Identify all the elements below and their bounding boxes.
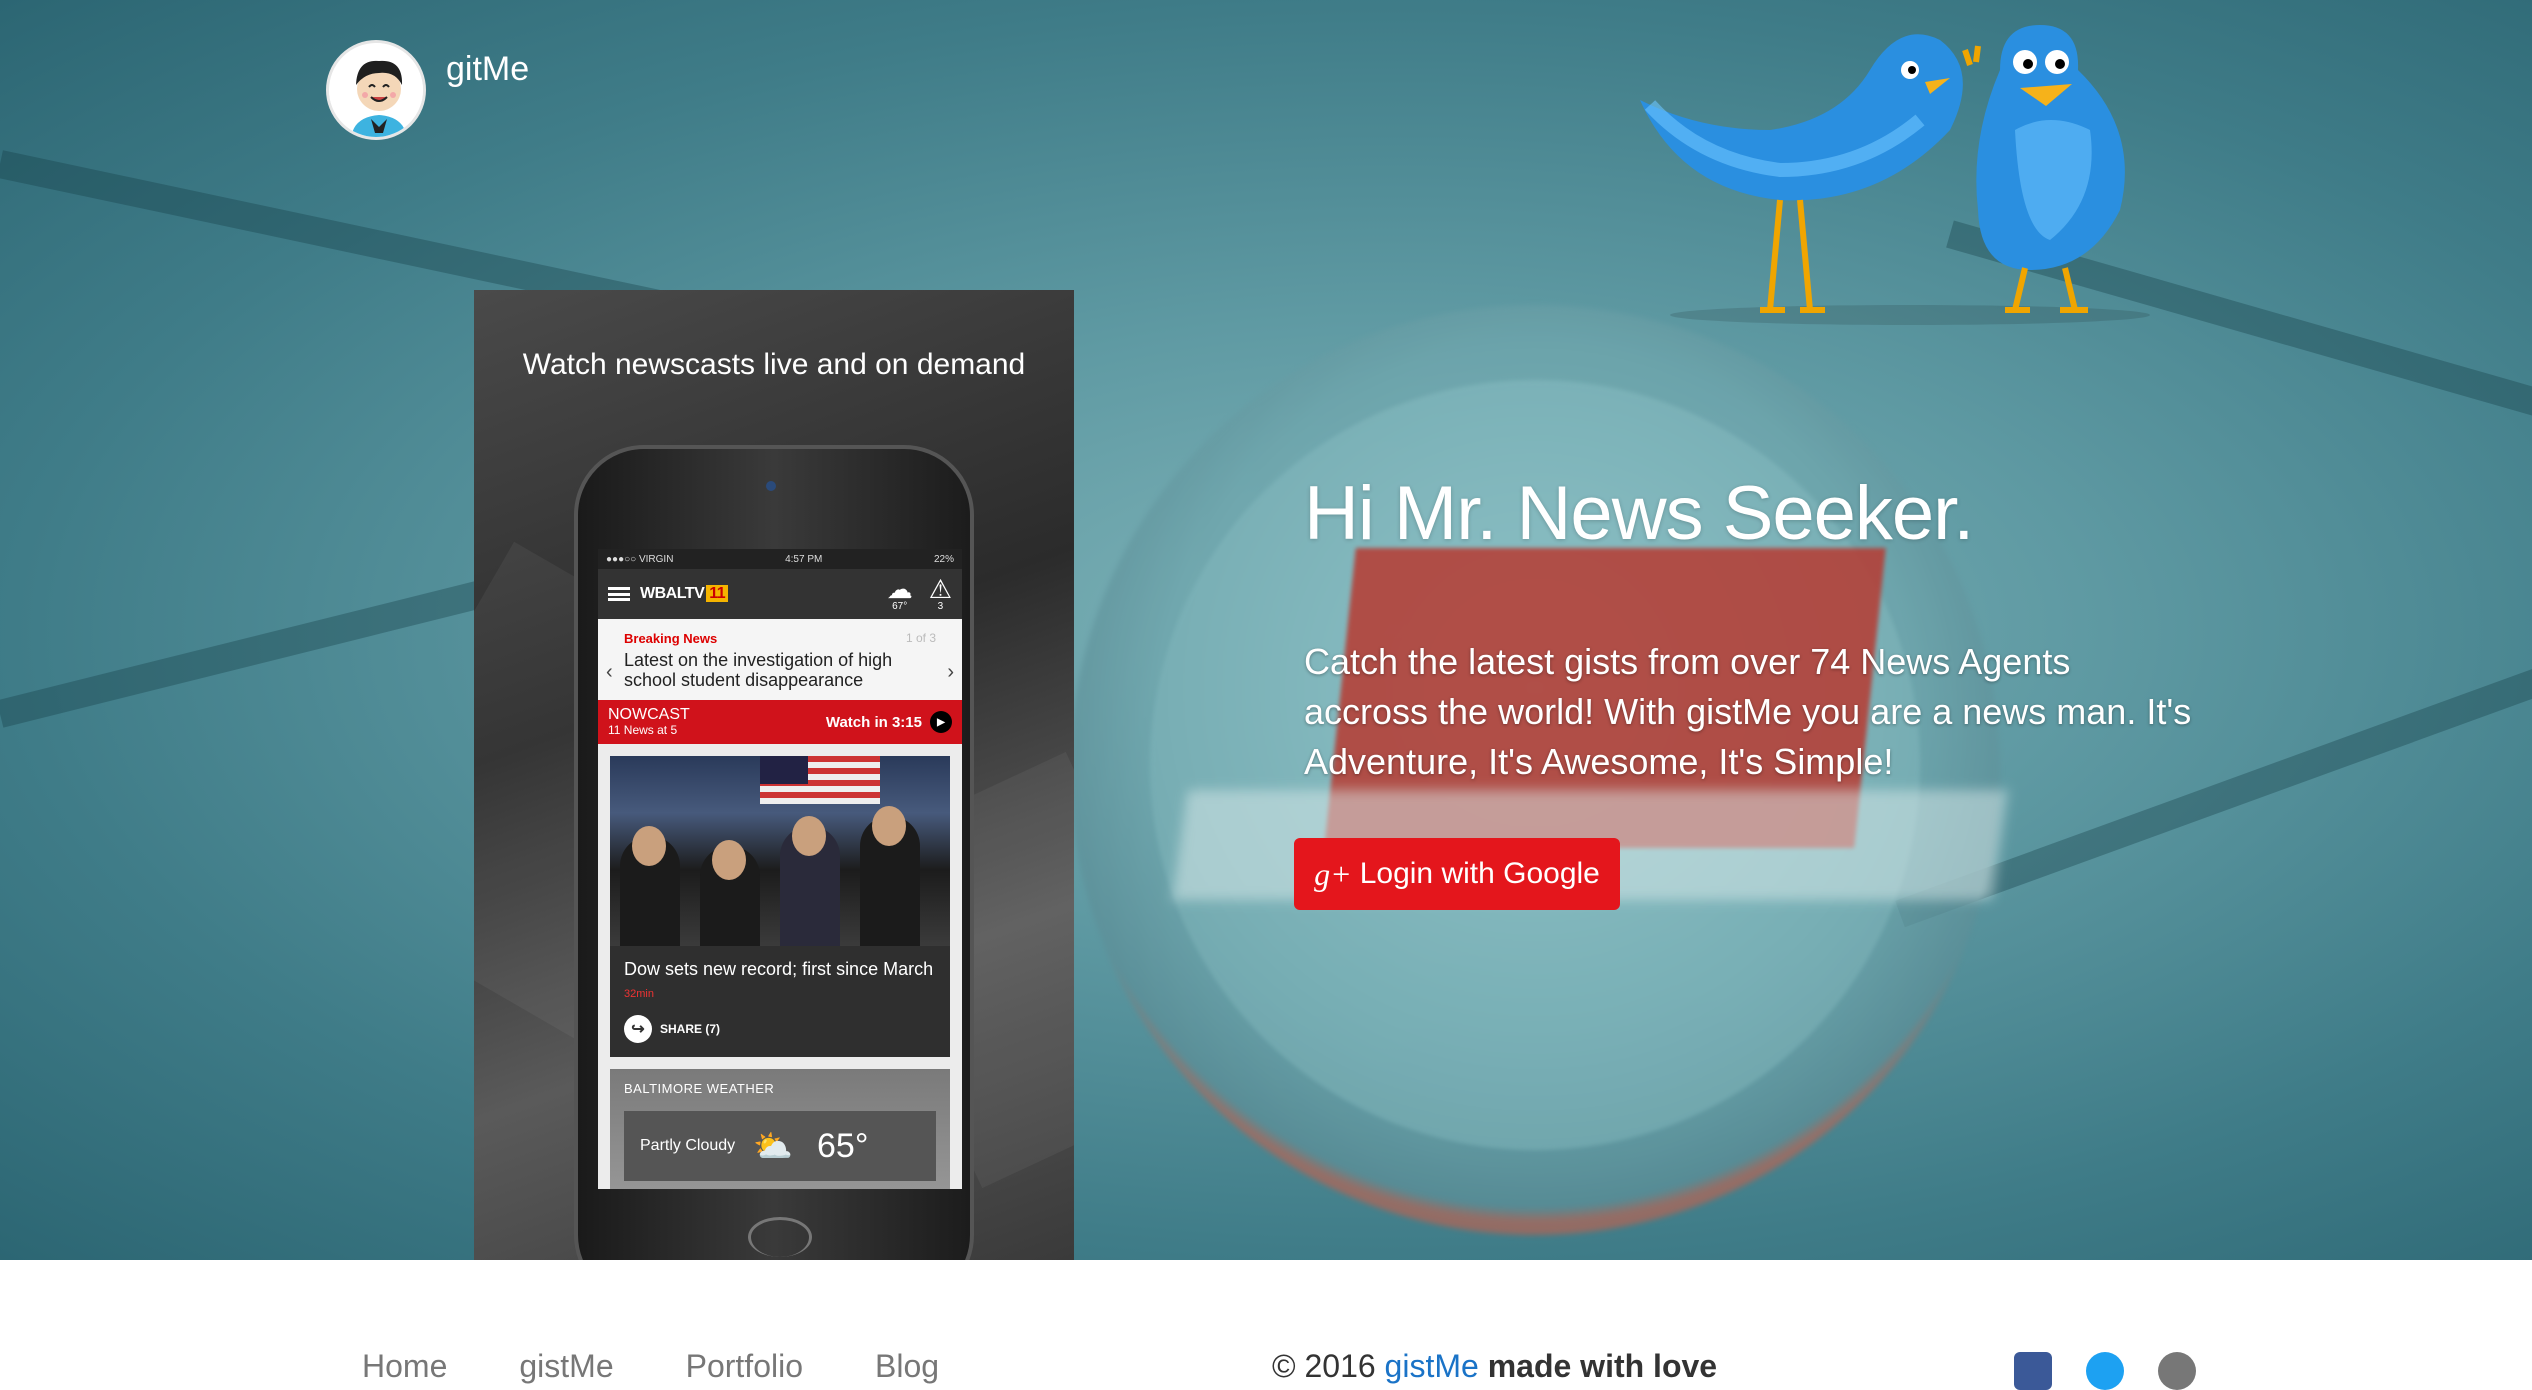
weather-icon: ☁ 67° bbox=[886, 574, 913, 612]
person-head bbox=[792, 816, 826, 856]
brand-name[interactable]: gitMe bbox=[446, 50, 529, 89]
login-with-google-button[interactable]: g+ Login with Google bbox=[1294, 838, 1620, 910]
alert-icon: ⚠ 3 bbox=[928, 574, 952, 612]
nowcast-subtitle: 11 News at 5 bbox=[608, 723, 678, 737]
footer: Home gistMe Portfolio Blog © 2016 gistMe… bbox=[0, 1260, 2532, 1390]
nowcast-watch-label: Watch in 3:15 bbox=[825, 713, 922, 731]
facebook-icon[interactable] bbox=[2014, 1352, 2052, 1390]
nowcast-watch: Watch in 3:15 ▶ bbox=[826, 711, 952, 733]
footer-nav: Home gistMe Portfolio Blog bbox=[362, 1348, 939, 1385]
person-head bbox=[632, 826, 666, 866]
story-headline-text: Dow sets new record; first since March bbox=[624, 959, 934, 979]
hero-title: Hi Mr. News Seeker. bbox=[1304, 471, 1974, 556]
app-promo-panel: Watch newscasts live and on demand ●●●○○… bbox=[474, 290, 1074, 1260]
nowcast-title: NOWCAST bbox=[608, 706, 690, 723]
footer-link-blog[interactable]: Blog bbox=[875, 1348, 939, 1385]
status-time: 4:57 PM bbox=[785, 553, 823, 565]
twitter-birds-illustration bbox=[1640, 25, 2150, 325]
person-head bbox=[872, 806, 906, 846]
google-plus-icon: g+ bbox=[1314, 855, 1352, 892]
story-age: 32min bbox=[624, 988, 654, 1000]
share-icon: ↪ bbox=[624, 1015, 652, 1043]
hero-section: gitMe Watch newscasts live and on demand… bbox=[0, 0, 2532, 1260]
footer-link-home[interactable]: Home bbox=[362, 1348, 447, 1385]
login-button-label: Login with Google bbox=[1359, 857, 1600, 890]
weather-condition: Partly Cloudy bbox=[640, 1137, 736, 1154]
footer-link-gistme[interactable]: gistMe bbox=[519, 1348, 613, 1385]
story-image bbox=[610, 756, 950, 946]
nowcast-bar: NOWCAST 11 News at 5 Watch in 3:15 ▶ bbox=[598, 700, 962, 744]
phone-camera bbox=[766, 481, 776, 491]
phone-status-bar: ●●●○○ VIRGIN 4:57 PM 22% bbox=[598, 549, 962, 569]
phone-screen: ●●●○○ VIRGIN 4:57 PM 22% WBALTV 11 ☁ 67° ⚠… bbox=[598, 549, 962, 1189]
weather-temperature: 65° bbox=[817, 1126, 869, 1165]
story-headline: Dow sets new record; first since March 3… bbox=[610, 946, 950, 1009]
news-feed: Dow sets new record; first since March 3… bbox=[598, 744, 962, 1189]
story-card: Dow sets new record; first since March 3… bbox=[610, 756, 950, 1057]
promo-caption: Watch newscasts live and on demand bbox=[522, 348, 1026, 381]
hero-text: Hi Mr. News Seeker. Catch the latest gis… bbox=[1304, 470, 2204, 787]
copyright-suffix: made with love bbox=[1487, 1348, 1718, 1384]
copyright-prefix: © 2016 bbox=[1272, 1348, 1376, 1384]
story-share-label: SHARE (7) bbox=[660, 1022, 721, 1036]
partly-cloudy-icon: ⛅ bbox=[753, 1128, 793, 1164]
hero-body: Catch the latest gists from over 74 News… bbox=[1304, 641, 2192, 782]
phone-mockup: ●●●○○ VIRGIN 4:57 PM 22% WBALTV 11 ☁ 67° ⚠… bbox=[574, 445, 974, 1260]
status-carrier: ●●●○○ VIRGIN bbox=[606, 553, 674, 565]
breaking-label: Breaking News bbox=[624, 631, 718, 646]
weather-title: BALTIMORE WEATHER bbox=[624, 1081, 775, 1096]
app-logo-text: WBALTV bbox=[640, 585, 705, 602]
breaking-news-card: ‹ Breaking News 1 of 3 Latest on the inv… bbox=[598, 619, 962, 700]
flag-graphic bbox=[760, 756, 880, 804]
menu-icon bbox=[608, 587, 630, 601]
footer-social bbox=[2014, 1352, 2196, 1390]
app-logo-number: 11 bbox=[706, 585, 729, 602]
phone-home-button bbox=[748, 1217, 812, 1257]
footer-copyright: © 2016 gistMe made with love bbox=[1272, 1348, 1717, 1385]
weather-card: BALTIMORE WEATHER Partly Cloudy ⛅ 65° bbox=[610, 1069, 950, 1189]
brand[interactable]: gitMe bbox=[326, 40, 529, 140]
weather-box: Partly Cloudy ⛅ 65° bbox=[624, 1111, 936, 1181]
play-icon: ▶ bbox=[930, 711, 952, 733]
status-battery: 22% bbox=[933, 553, 954, 565]
breaking-headline: Latest on the investigation of high scho… bbox=[624, 650, 893, 690]
github-icon[interactable] bbox=[2158, 1352, 2196, 1390]
story-share: ↪ SHARE (7) bbox=[610, 1009, 950, 1057]
person-head bbox=[712, 840, 746, 880]
chevron-left-icon: ‹ bbox=[606, 661, 613, 683]
app-header-icons: ☁ 67° ⚠ 3 bbox=[887, 576, 952, 612]
footer-link-portfolio[interactable]: Portfolio bbox=[686, 1348, 803, 1385]
breaking-page: 1 of 3 bbox=[905, 631, 936, 645]
weather-small-temp: 67° bbox=[892, 601, 908, 612]
copyright-link[interactable]: gistMe bbox=[1385, 1348, 1479, 1384]
alerts-count: 3 bbox=[937, 601, 944, 612]
app-logo: WBALTV 11 bbox=[640, 585, 729, 603]
logo-avatar[interactable] bbox=[326, 40, 426, 140]
twitter-icon[interactable] bbox=[2086, 1352, 2124, 1390]
chevron-right-icon: › bbox=[947, 661, 954, 683]
app-header: WBALTV 11 ☁ 67° ⚠ 3 bbox=[598, 569, 962, 619]
